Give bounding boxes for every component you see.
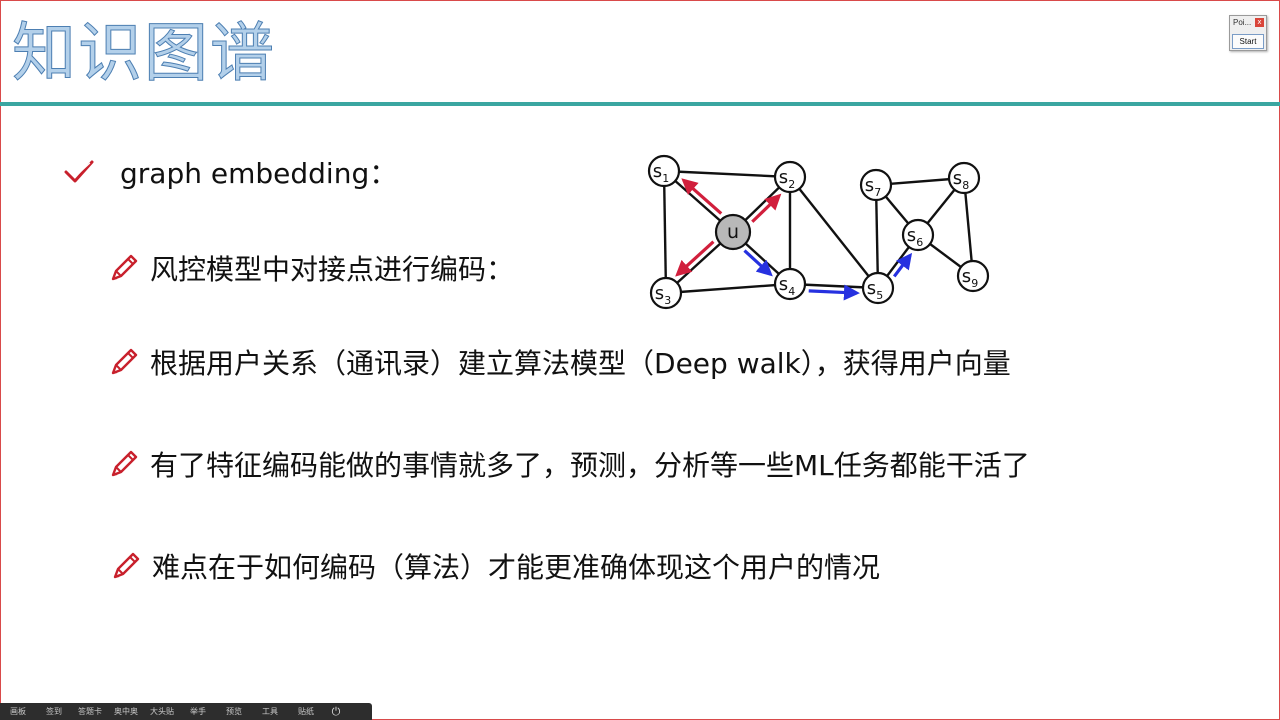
graph-node-s4: s4 bbox=[773, 267, 807, 301]
pencil-icon bbox=[108, 252, 140, 284]
slide-title: 知识图谱 bbox=[12, 17, 276, 92]
node-label: u bbox=[727, 221, 739, 243]
toolbar-item-qiandao[interactable]: 签到 bbox=[36, 706, 72, 717]
pencil-icon bbox=[108, 346, 140, 378]
walk-arrow-u-s3 bbox=[675, 240, 715, 277]
walk-arrow-s4-s5 bbox=[808, 284, 860, 301]
check-icon bbox=[64, 159, 94, 185]
graph-node-s1: s1 bbox=[647, 154, 681, 188]
graph-node-s8: s8 bbox=[947, 161, 981, 195]
close-icon[interactable]: x bbox=[1255, 18, 1264, 27]
toolbar-item-aozhongao[interactable]: 奥中奥 bbox=[108, 706, 144, 717]
bullet-ml-tasks: 有了特征编码能做的事情就多了，预测，分析等一些ML任务都能干活了 bbox=[108, 444, 1030, 484]
graph-node-u: u bbox=[714, 213, 752, 251]
graph-node-s9: s9 bbox=[956, 259, 990, 293]
bullet-graph-embedding: graph embedding： bbox=[64, 152, 397, 192]
graph-node-s2: s2 bbox=[773, 160, 807, 194]
bullet-text: 有了特征编码能做的事情就多了，预测，分析等一些ML任务都能干活了 bbox=[150, 449, 1030, 482]
toolbar-item-tiezhi[interactable]: 贴纸 bbox=[288, 706, 324, 717]
pencil-icon bbox=[110, 550, 142, 582]
bullet-difficulty: 难点在于如何编码（算法）才能更准确体现这个用户的情况 bbox=[110, 546, 880, 586]
start-button[interactable]: Start bbox=[1232, 34, 1264, 49]
bullet-text: 根据用户关系（通讯录）建立算法模型（Deep walk），获得用户向量 bbox=[150, 347, 1011, 380]
bullet-deepwalk: 根据用户关系（通讯录）建立算法模型（Deep walk），获得用户向量 bbox=[108, 342, 1011, 382]
toolbar-item-gongju[interactable]: 工具 bbox=[252, 706, 288, 717]
graph-edge-s3-s4 bbox=[665, 282, 791, 295]
graph-node-s5: s5 bbox=[861, 271, 895, 305]
graph-diagram: u s1 s2 s3 s4 s5s6s7 s8 s9 bbox=[647, 154, 990, 310]
graph-edge-s1-s2 bbox=[663, 169, 791, 179]
toolbar-item-datoutie[interactable]: 大头贴 bbox=[144, 706, 180, 717]
graph-node-s3: s3 bbox=[649, 276, 683, 310]
pencil-icon bbox=[108, 448, 140, 480]
graph-node-s6: s6 bbox=[901, 218, 935, 252]
bullet-text: graph embedding： bbox=[120, 157, 398, 190]
toolbar-item-yulan[interactable]: 预览 bbox=[216, 706, 252, 717]
pointer-widget: Poi... x Start bbox=[1229, 15, 1267, 51]
toolbar-item-huaban[interactable]: 画板 bbox=[0, 706, 36, 717]
power-icon[interactable]: ⏻ bbox=[324, 705, 348, 719]
widget-title: Poi... bbox=[1233, 18, 1252, 27]
graph-edge-s1-s3 bbox=[662, 170, 668, 294]
title-underline bbox=[0, 102, 1280, 106]
bullet-text: 风控模型中对接点进行编码： bbox=[150, 253, 515, 286]
bullet-text: 难点在于如何编码（算法）才能更准确体现这个用户的情况 bbox=[152, 551, 881, 584]
toolbar-item-datika[interactable]: 答题卡 bbox=[72, 706, 108, 717]
bullet-encoding-nodes: 风控模型中对接点进行编码： bbox=[108, 248, 514, 288]
walk-arrow-s5-s6 bbox=[892, 252, 913, 278]
toolbar-item-jushou[interactable]: 举手 bbox=[180, 706, 216, 717]
walk-arrow-u-s1 bbox=[681, 178, 723, 215]
graph-node-s7: s7 bbox=[859, 168, 893, 202]
bottom-toolbar: 画板 签到 答题卡 奥中奥 大头贴 举手 预览 工具 贴纸 ⏻ bbox=[0, 703, 372, 720]
